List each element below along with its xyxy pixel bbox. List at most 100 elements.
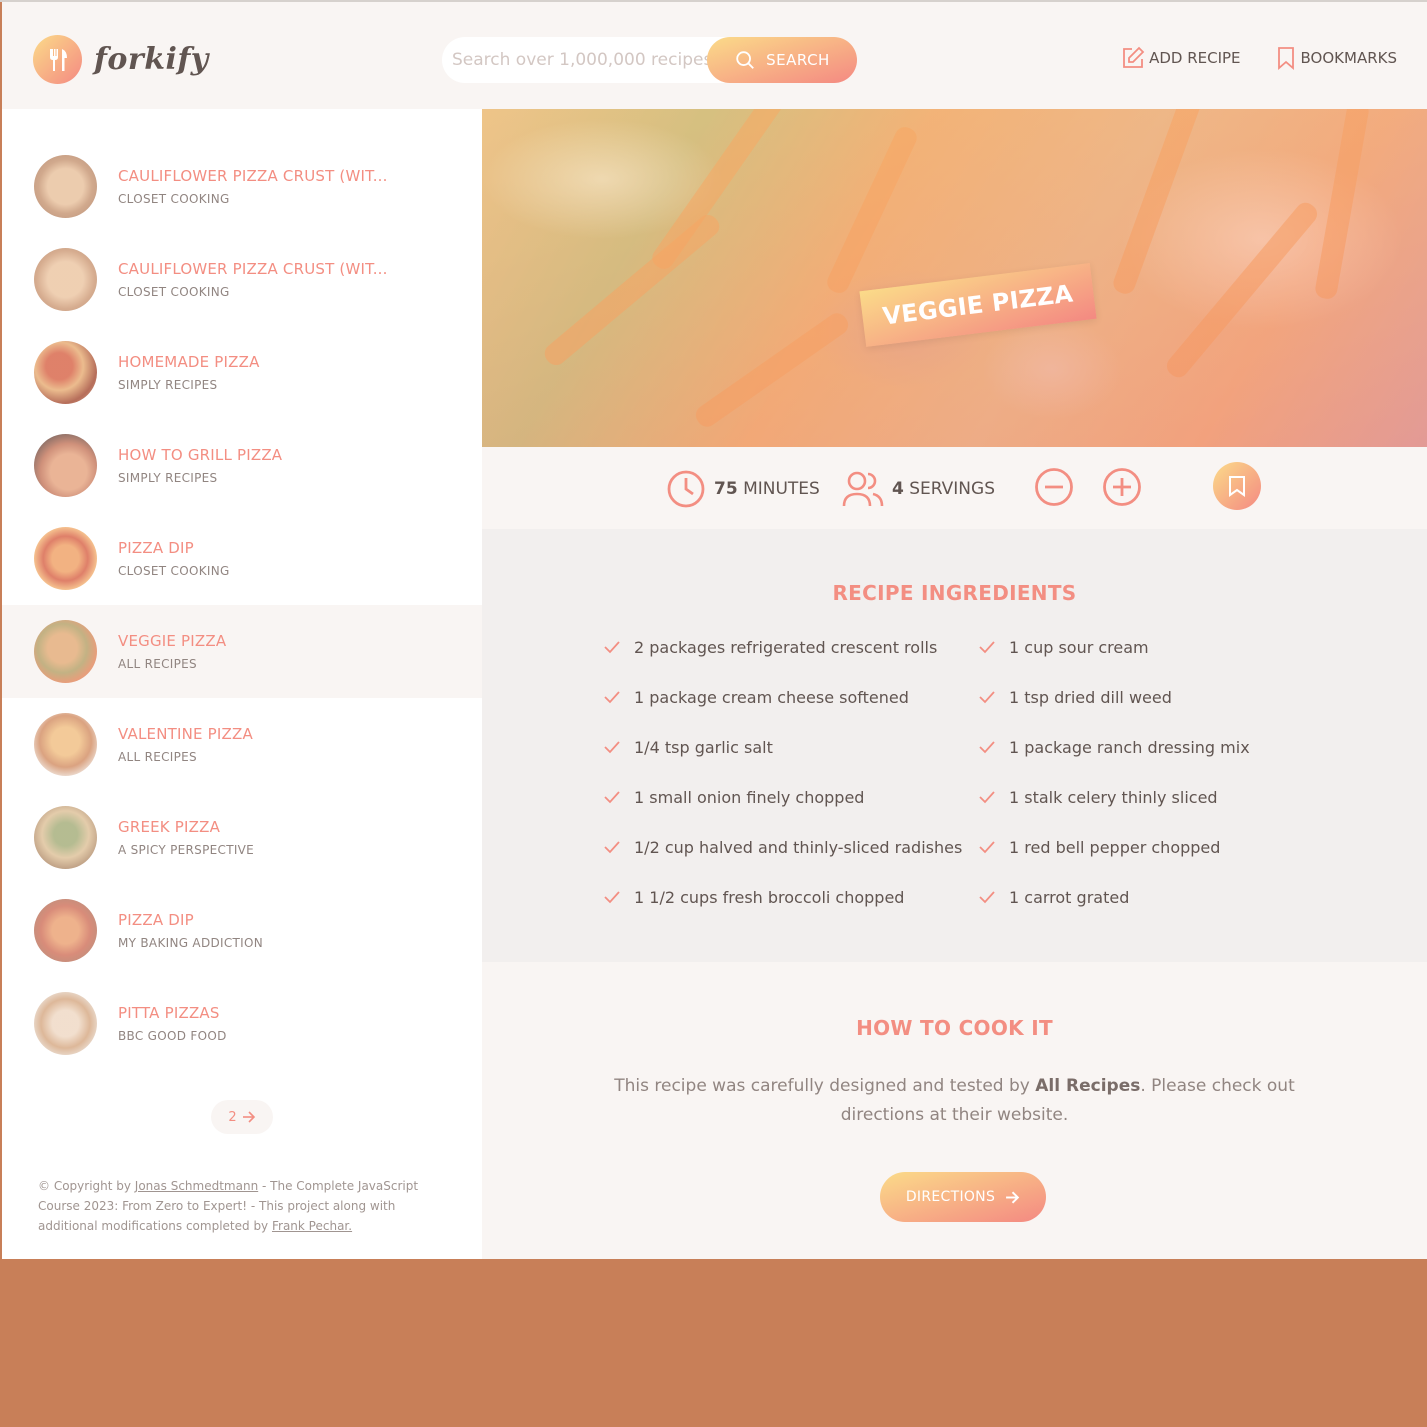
check-icon — [979, 741, 995, 754]
pagination-next-button[interactable]: 2 — [211, 1100, 273, 1134]
minus-circle-icon — [1035, 468, 1073, 506]
servings-label: SERVINGS — [909, 479, 995, 499]
result-item-active[interactable]: VEGGIE PIZZA ALL RECIPES — [2, 605, 482, 698]
check-icon — [604, 741, 620, 754]
cooking-time: 75 MINUTES — [666, 469, 820, 509]
ingredient-item: 1/4 tsp garlic salt — [602, 737, 773, 757]
ingredient-item: 1 small onion finely chopped — [602, 787, 864, 807]
result-publisher: A SPICY PERSPECTIVE — [118, 843, 255, 857]
result-title: PIZZA DIP — [118, 539, 194, 557]
search-button-label: SEARCH — [766, 51, 830, 69]
recipe-details: 75 MINUTES 4 SERVINGS — [482, 447, 1427, 529]
result-item[interactable]: PIZZA DIP MY BAKING ADDICTION — [2, 884, 482, 977]
search-form: SEARCH — [442, 37, 857, 83]
result-item[interactable]: HOW TO GRILL PIZZA SIMPLY RECIPES — [2, 419, 482, 512]
result-item[interactable]: CAULIFLOWER PIZZA CRUST (WIT... CLOSET CO… — [2, 233, 482, 326]
ingredients-section: RECIPE INGREDIENTS 2 packages refrigerat… — [482, 529, 1427, 962]
servings: 4 SERVINGS — [842, 469, 995, 509]
result-publisher: CLOSET COOKING — [118, 192, 230, 206]
app-container: forkify SEARCH ADD RECIPE — [2, 2, 1427, 1259]
servings-value: 4 — [892, 479, 904, 499]
result-publisher: BBC GOOD FOOD — [118, 1029, 227, 1043]
ingredients-heading: RECIPE INGREDIENTS — [832, 581, 1077, 605]
bookmark-icon — [1229, 476, 1245, 497]
ingredient-item: 1 carrot grated — [977, 887, 1129, 907]
search-results: CAULIFLOWER PIZZA CRUST (WIT... CLOSET CO… — [2, 109, 482, 1259]
result-publisher: CLOSET COOKING — [118, 564, 230, 578]
main-nav: ADD RECIPE BOOKMARKS — [1121, 46, 1397, 70]
result-publisher: MY BAKING ADDICTION — [118, 936, 264, 950]
result-title: CAULIFLOWER PIZZA CRUST (WIT... — [118, 260, 388, 278]
ingredient-item: 1 tsp dried dill weed — [977, 687, 1172, 707]
search-icon — [736, 51, 755, 69]
bookmark-icon — [1277, 47, 1294, 70]
header: forkify SEARCH ADD RECIPE — [2, 2, 1427, 109]
bookmarks-button[interactable]: BOOKMARKS — [1275, 46, 1397, 70]
recipe-publisher: All Recipes — [1035, 1076, 1141, 1096]
add-recipe-button[interactable]: ADD RECIPE — [1121, 46, 1241, 70]
result-publisher: ALL RECIPES — [118, 750, 197, 764]
increase-servings-button[interactable] — [1102, 467, 1142, 507]
copyright: © Copyright by Jonas Schmedtmann - The C… — [38, 1176, 458, 1236]
recipe-view: VEGGIE PIZZA 75 MINUTES 4 SERVINGS RECIP… — [482, 109, 1427, 1259]
recipe-thumbnail — [34, 992, 97, 1055]
result-title: CAULIFLOWER PIZZA CRUST (WIT... — [118, 167, 388, 185]
result-item[interactable]: PIZZA DIP CLOSET COOKING — [2, 512, 482, 605]
logo-fork-icon — [33, 35, 82, 84]
check-icon — [604, 791, 620, 804]
result-publisher: SIMPLY RECIPES — [118, 471, 218, 485]
next-page-number: 2 — [228, 1109, 237, 1125]
result-title: GREEK PIZZA — [118, 818, 221, 836]
result-item[interactable]: CAULIFLOWER PIZZA CRUST (WIT... CLOSET CO… — [2, 140, 482, 233]
recipe-thumbnail — [34, 899, 97, 962]
ingredient-item: 1 red bell pepper chopped — [977, 837, 1220, 857]
recipe-thumbnail — [34, 806, 97, 869]
result-item[interactable]: HOMEMADE PIZZA SIMPLY RECIPES — [2, 326, 482, 419]
logo[interactable]: forkify — [33, 35, 209, 84]
ingredient-item: 1 package cream cheese softened — [602, 687, 909, 707]
recipe-thumbnail — [34, 341, 97, 404]
bookmark-recipe-button[interactable] — [1213, 462, 1261, 510]
directions-button[interactable]: DIRECTIONS — [880, 1172, 1046, 1222]
result-item[interactable]: PITTA PIZZAS BBC GOOD FOOD — [2, 977, 482, 1070]
search-button[interactable]: SEARCH — [707, 37, 857, 83]
arrow-right-icon — [242, 1111, 255, 1123]
recipe-thumbnail — [34, 527, 97, 590]
result-title: HOW TO GRILL PIZZA — [118, 446, 283, 464]
result-publisher: CLOSET COOKING — [118, 285, 230, 299]
check-icon — [604, 891, 620, 904]
recipe-thumbnail — [34, 248, 97, 311]
check-icon — [979, 791, 995, 804]
decrease-servings-button[interactable] — [1034, 467, 1074, 507]
add-recipe-label: ADD RECIPE — [1149, 49, 1241, 67]
check-icon — [979, 641, 995, 654]
ingredient-item: 1 stalk celery thinly sliced — [977, 787, 1218, 807]
check-icon — [604, 841, 620, 854]
minutes-label: MINUTES — [743, 479, 820, 499]
ingredient-item: 1 1/2 cups fresh broccoli chopped — [602, 887, 904, 907]
recipe-thumbnail — [34, 434, 97, 497]
result-title: HOMEMADE PIZZA — [118, 353, 260, 371]
result-item[interactable]: VALENTINE PIZZA ALL RECIPES — [2, 698, 482, 791]
clock-icon — [667, 470, 705, 508]
directions-button-label: DIRECTIONS — [905, 1189, 996, 1205]
result-publisher: SIMPLY RECIPES — [118, 378, 218, 392]
result-title: PIZZA DIP — [118, 911, 194, 929]
author-link[interactable]: Jonas Schmedtmann — [135, 1179, 258, 1193]
recipe-thumbnail — [34, 620, 97, 683]
ingredient-item: 2 packages refrigerated crescent rolls — [602, 637, 937, 657]
ingredient-item: 1 cup sour cream — [977, 637, 1149, 657]
copyright-prefix: © Copyright by — [38, 1179, 135, 1193]
minutes-value: 75 — [714, 479, 738, 499]
check-icon — [979, 841, 995, 854]
search-input[interactable] — [452, 50, 714, 70]
directions-section: HOW TO COOK IT This recipe was carefully… — [482, 962, 1427, 1259]
arrow-right-icon — [1006, 1190, 1020, 1204]
users-icon — [842, 471, 884, 507]
ingredient-item: 1/2 cup halved and thinly-sliced radishe… — [602, 837, 962, 857]
check-icon — [979, 891, 995, 904]
directions-text: This recipe was carefully designed and t… — [614, 1076, 1295, 1125]
recipe-thumbnail — [34, 713, 97, 776]
result-item[interactable]: GREEK PIZZA A SPICY PERSPECTIVE — [2, 791, 482, 884]
modifier-link[interactable]: Frank Pechar. — [272, 1219, 352, 1233]
